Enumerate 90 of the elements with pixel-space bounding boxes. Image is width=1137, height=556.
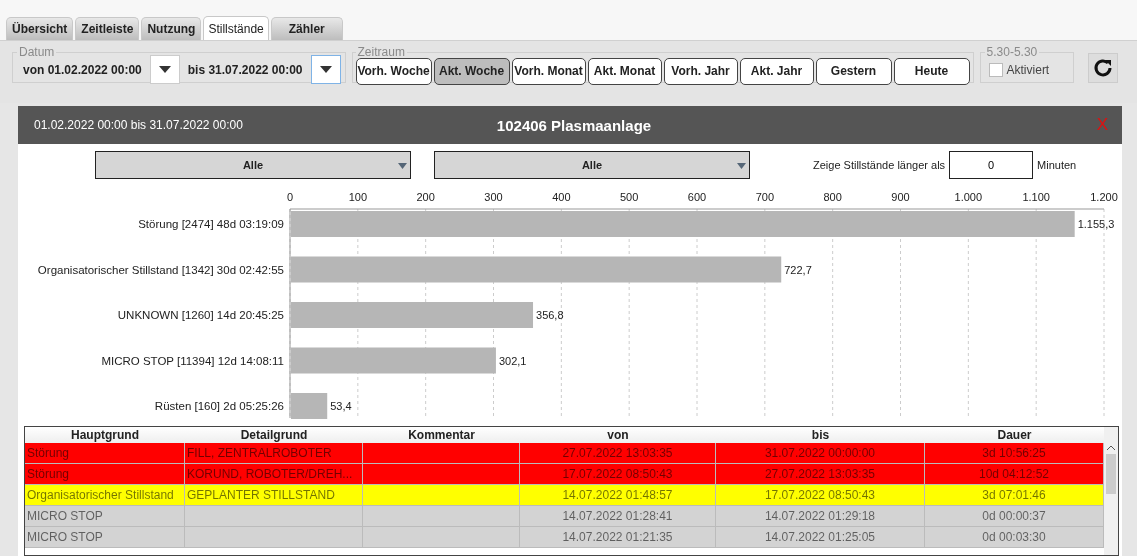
table-cell: 3d 07:01:46 <box>925 485 1104 506</box>
table-cell: Organisatorischer Stillstand <box>25 485 185 506</box>
table-cell: 17.07.2022 08:50:43 <box>716 485 925 506</box>
min-duration-label: Zeige Stillstände länger als <box>813 159 946 171</box>
period-button[interactable]: Vorh. Jahr <box>663 57 738 85</box>
table-cell: 14.07.2022 01:25:05 <box>716 527 925 548</box>
caret-icon <box>319 66 332 73</box>
date-range: 01.02.2022 00:00 bis 31.07.2022 00:00 <box>34 118 244 132</box>
tab[interactable]: Zeitleiste <box>75 17 140 40</box>
axis-tick-label: 0 <box>286 191 294 203</box>
scrollbar[interactable] <box>1104 427 1118 555</box>
table-cell: 27.07.2022 13:03:35 <box>520 443 716 464</box>
period-button[interactable]: Gestern <box>815 57 892 85</box>
column-header[interactable]: Kommentar <box>363 427 520 443</box>
period-button[interactable]: Vorh. Monat <box>511 57 586 85</box>
checkbox-label: Aktiviert <box>1006 62 1050 77</box>
column-header[interactable]: Detailgrund <box>185 427 363 443</box>
axis-tick-label: 400 <box>552 191 571 203</box>
period-button[interactable]: Akt. Woche <box>433 57 510 85</box>
axis-tick-label: 500 <box>620 191 639 203</box>
axis-tick-label: 100 <box>348 191 367 203</box>
table-cell: MICRO STOP <box>25 527 185 548</box>
caret-icon <box>158 66 171 73</box>
table-cell: 0d 00:00:37 <box>925 506 1104 527</box>
period-button[interactable]: Heute <box>893 57 970 85</box>
category-label: Organisatorischer Stillstand [1342] 30d 02:42:55 <box>37 263 284 276</box>
category-label: Störung [2474] 48d 03:19:09 <box>138 218 284 230</box>
group-legend: Zeitraum <box>355 45 407 59</box>
table-cell: FILL, ZENTRALROBOTER <box>185 443 363 464</box>
table-cell: 10d 04:12:52 <box>925 464 1104 485</box>
table-cell: Störung <box>25 464 185 485</box>
category-label: MICRO STOP [11394] 12d 14:08:11 <box>101 354 284 367</box>
category-label: UNKNOWN [1260] 14d 20:45:25 <box>117 309 284 321</box>
table-cell: KORUND, ROBOTER/DREH... <box>185 464 363 485</box>
value-label: 722,7 <box>784 263 812 276</box>
table-cell: 27.07.2022 13:03:35 <box>716 464 925 485</box>
period-button[interactable]: Akt. Jahr <box>739 57 814 85</box>
filter-dropdown[interactable]: Alle <box>95 151 411 179</box>
table-cell: 0d 00:03:30 <box>925 527 1104 548</box>
caret-icon <box>398 163 407 169</box>
axis-tick-label: 600 <box>687 191 707 203</box>
dropdown-button[interactable] <box>149 55 180 84</box>
bar <box>291 393 328 419</box>
axis-tick-label: 200 <box>416 191 435 203</box>
date-from: von 01.02.2022 00:00 <box>22 62 143 77</box>
axis-tick-label: 1.200 <box>1090 191 1118 203</box>
table-cell: GEPLANTER STILLSTAND <box>185 485 363 506</box>
checkbox[interactable] <box>988 62 1003 77</box>
value-label: 302,1 <box>498 354 527 367</box>
group-legend: 5.30-5.30 <box>984 45 1040 59</box>
table-cell: 14.07.2022 01:48:57 <box>520 485 716 506</box>
group-legend: Datum <box>17 45 57 59</box>
min-duration-field[interactable]: 0 <box>949 151 1034 179</box>
table-cell: MICRO STOP <box>25 506 185 527</box>
filter-dropdown[interactable]: Alle <box>434 151 750 179</box>
tab[interactable]: Zähler <box>270 17 343 40</box>
axis-tick-label: 1.000 <box>954 191 983 203</box>
panel-title: 102406 Plasmaanlage <box>496 116 652 134</box>
value-label: 1.155,3 <box>1077 218 1115 230</box>
table-cell: 17.07.2022 08:50:43 <box>520 464 716 485</box>
tab[interactable]: Stillstände <box>203 16 269 40</box>
table-cell: 31.07.2022 00:00:00 <box>716 443 925 464</box>
table-cell: 14.07.2022 01:29:18 <box>716 506 925 527</box>
tab[interactable]: Übersicht <box>6 17 74 40</box>
value-label: 356,8 <box>536 309 564 321</box>
table-cell: Störung <box>25 443 185 464</box>
period-button[interactable]: Akt. Monat <box>587 57 662 85</box>
refresh-button[interactable] <box>1088 53 1119 83</box>
scrollbar-thumb[interactable] <box>1106 454 1116 494</box>
table-cell: 14.07.2022 01:21:35 <box>520 527 716 548</box>
axis-tick-label: 700 <box>755 191 774 203</box>
tab[interactable]: Nutzung <box>141 17 202 40</box>
unit-label: Minuten <box>1037 159 1077 171</box>
axis-tick-label: 900 <box>891 191 910 203</box>
column-header[interactable]: bis <box>716 427 925 443</box>
table-cell: 3d 10:56:25 <box>925 443 1104 464</box>
column-header[interactable]: Dauer <box>925 427 1104 443</box>
column-header[interactable]: von <box>520 427 716 443</box>
date-to: bis 31.07.2022 00:00 <box>186 62 304 77</box>
axis-tick-label: 300 <box>484 191 503 203</box>
scroll-up-icon[interactable] <box>1107 445 1115 450</box>
period-button[interactable]: Vorh. Woche <box>355 57 432 85</box>
dropdown-button[interactable] <box>310 55 341 84</box>
axis-tick-label: 800 <box>823 191 842 203</box>
axis-tick-label: 1.100 <box>1022 191 1050 203</box>
value-label: 53,4 <box>330 400 352 412</box>
category-label: Rüsten [160] 2d 05:25:26 <box>154 400 284 412</box>
caret-icon <box>737 163 746 169</box>
column-header[interactable]: Hauptgrund <box>25 427 185 443</box>
table-cell: 14.07.2022 01:28:41 <box>520 506 716 527</box>
